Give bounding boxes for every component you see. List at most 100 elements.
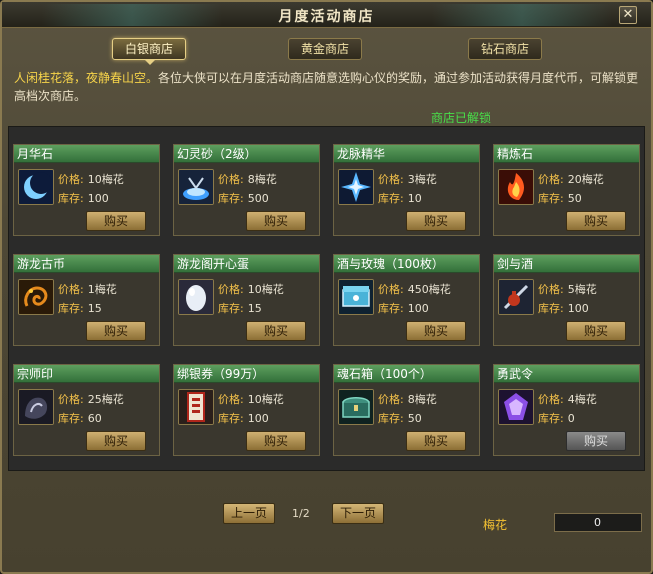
item-price: 价格: 4梅花 [538,391,597,407]
stock-label: 库存: [538,302,564,315]
buy-button[interactable]: 购买 [406,321,466,341]
stock-value: 15 [247,302,262,315]
stock-value: 50 [567,192,582,205]
next-page-button[interactable]: 下一页 [332,503,384,524]
item-name: 月华石 [14,145,159,163]
stock-label: 库存: [378,412,404,425]
stock-label: 库存: [378,302,404,315]
price-value: 10梅花 [247,393,284,406]
buy-button[interactable]: 购买 [86,431,146,451]
item-price: 价格: 8梅花 [218,171,277,187]
item-stock: 库存: 0 [538,410,575,426]
item-card: 月华石价格: 10梅花 库存: 100 购买 [13,144,160,236]
currency-label: 梅花 [483,518,508,532]
buy-button[interactable]: 购买 [86,211,146,231]
tab-diamond-shop[interactable]: 钻石商店 [468,38,542,60]
sword-wine-icon[interactable] [498,279,534,315]
master-seal-icon[interactable] [18,389,54,425]
stock-value: 100 [567,302,589,315]
item-price: 价格: 10梅花 [58,171,124,187]
item-stock: 库存: 500 [218,190,269,206]
item-card: 魂石箱（100个） 价格: 8梅花 库存: 50 购买 [333,364,480,456]
item-card: 绑银券（99万） 价格: 10梅花 库存: 100 购买 [173,364,320,456]
prev-page-button[interactable]: 上一页 [223,503,275,524]
window-title: 月度活动商店 [278,9,375,25]
item-card: 剑与酒 价格: 5梅花 库存: 100 购买 [493,254,640,346]
item-price: 价格: 10梅花 [218,391,284,407]
price-label: 价格: [58,283,84,296]
description-poem: 人闲桂花落，夜静春山空。 [14,71,159,85]
buy-button[interactable]: 购买 [566,211,626,231]
fire-stone-icon[interactable] [498,169,534,205]
stock-value: 100 [407,302,429,315]
buy-button[interactable]: 购买 [246,211,306,231]
item-stock: 库存: 50 [378,410,422,426]
item-stock: 库存: 15 [58,300,102,316]
price-value: 5梅花 [567,283,597,296]
silver-voucher-icon[interactable] [178,389,214,425]
shop-description: 人闲桂花落，夜静春山空。各位大侠可以在月度活动商店随意选购心仪的奖励，通过参加活… [14,69,639,105]
stock-value: 100 [87,192,109,205]
stock-value: 15 [87,302,102,315]
stock-label: 库存: [538,192,564,205]
stock-value: 100 [247,412,269,425]
price-label: 价格: [218,283,244,296]
spirit-sand-icon[interactable] [178,169,214,205]
close-button[interactable]: ✕ [619,6,637,24]
buy-button[interactable]: 购买 [86,321,146,341]
price-label: 价格: [58,173,84,186]
item-card: 游龙阁开心蛋价格: 10梅花 库存: 15 购买 [173,254,320,346]
item-stock: 库存: 100 [58,190,109,206]
stock-label: 库存: [58,192,84,205]
item-name: 游龙阁开心蛋 [174,255,319,273]
tab-silver-shop[interactable]: 白银商店 [112,38,186,65]
buy-button[interactable]: 购买 [566,321,626,341]
price-value: 3梅花 [407,173,437,186]
stock-label: 库存: [218,412,244,425]
blue-crystal-icon[interactable] [338,169,374,205]
price-label: 价格: [218,173,244,186]
price-value: 8梅花 [407,393,437,406]
item-stock: 库存: 50 [538,190,582,206]
item-stock: 库存: 100 [218,410,269,426]
item-price: 价格: 10梅花 [218,281,284,297]
unlocked-status: 商店已解锁 [430,111,491,125]
stock-label: 库存: [58,302,84,315]
buy-button[interactable]: 购买 [406,211,466,231]
price-value: 1梅花 [87,283,117,296]
item-price: 价格: 1梅花 [58,281,117,297]
egg-icon[interactable] [178,279,214,315]
purple-token-icon[interactable] [498,389,534,425]
item-name: 宗师印 [14,365,159,383]
page-indicator: 1/2 [292,507,310,520]
item-price: 价格: 8梅花 [378,391,437,407]
item-name: 酒与玫瑰（100枚） [334,255,479,273]
price-label: 价格: [378,393,404,406]
item-grid: 月华石 价格: 10梅花 库存: 100 购买 幻灵砂（2级） 价格: 8梅花 库存: 500 购买龙… [8,126,645,471]
item-card: 游龙古币 价格: 1梅花 库存: 15 购买 [13,254,160,346]
price-label: 价格: [378,283,404,296]
buy-button[interactable]: 购买 [246,321,306,341]
title-bar[interactable]: 月度活动商店 ✕ [2,2,651,28]
price-value: 10梅花 [247,283,284,296]
price-value: 4梅花 [567,393,597,406]
buy-button[interactable]: 购买 [246,431,306,451]
item-stock: 库存: 10 [378,190,422,206]
shop-tabs: 白银商店 黄金商店 钻石商店 [2,38,651,65]
buy-button[interactable]: 购买 [406,431,466,451]
price-value: 8梅花 [247,173,277,186]
crescent-moon-icon[interactable] [18,169,54,205]
item-card: 勇武令价格: 4梅花 库存: 0 购买 [493,364,640,456]
item-card: 宗师印 价格: 25梅花 库存: 60 购买 [13,364,160,456]
buy-button[interactable]: 购买 [566,431,626,451]
stock-label: 库存: [218,302,244,315]
dragon-coin-icon[interactable] [18,279,54,315]
price-label: 价格: [218,393,244,406]
soul-chest-icon[interactable] [338,389,374,425]
item-price: 价格: 20梅花 [538,171,604,187]
chest-box-icon[interactable] [338,279,374,315]
item-name: 勇武令 [494,365,639,383]
item-price: 价格: 5梅花 [538,281,597,297]
price-label: 价格: [378,173,404,186]
tab-gold-shop[interactable]: 黄金商店 [288,38,362,60]
